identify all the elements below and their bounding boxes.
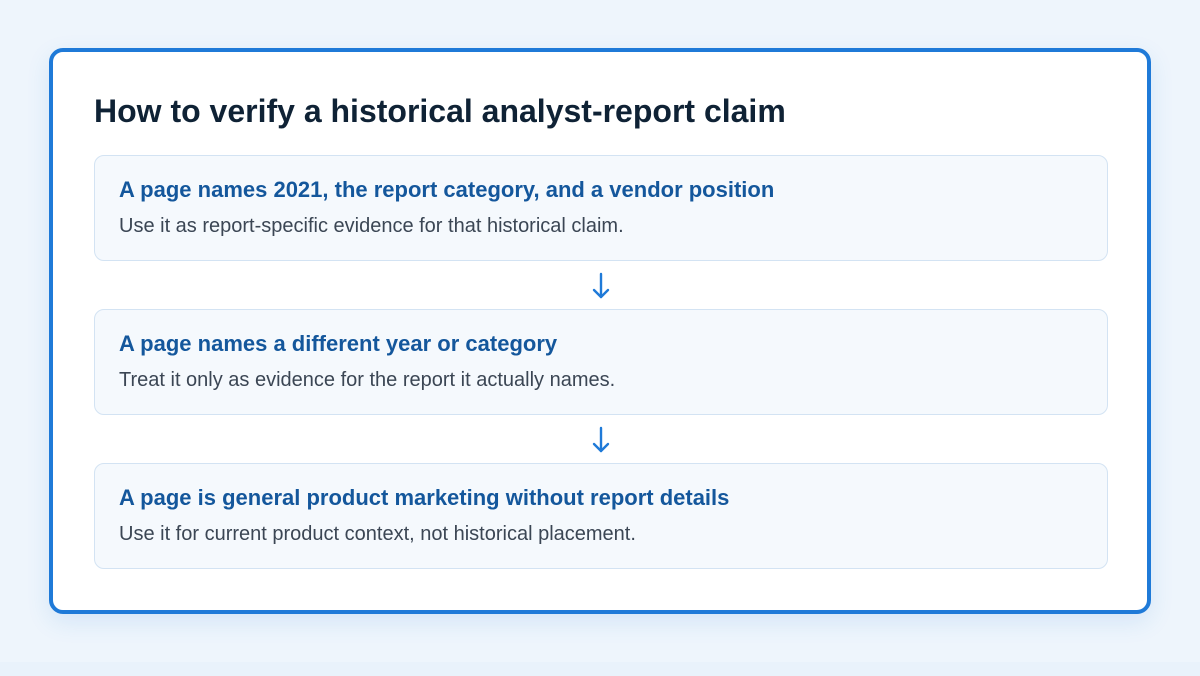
- step-box-3: A page is general product marketing with…: [94, 463, 1108, 569]
- step-heading: A page names a different year or categor…: [119, 331, 558, 356]
- step-heading: A page is general product marketing with…: [119, 485, 730, 510]
- step-description: Use it for current product context, not …: [119, 523, 636, 545]
- step-description: Use it as report-specific evidence for t…: [119, 215, 624, 237]
- diagram-title: How to verify a historical analyst-repor…: [94, 93, 786, 129]
- diagram-card: How to verify a historical analyst-repor…: [49, 48, 1151, 614]
- arrow-down-icon: [591, 425, 611, 455]
- step-description: Treat it only as evidence for the report…: [119, 369, 616, 391]
- arrow-down-icon: [591, 271, 611, 301]
- step-box-2: A page names a different year or categor…: [94, 309, 1108, 415]
- page-background-band: [0, 662, 1200, 676]
- step-box-1: A page names 2021, the report category, …: [94, 155, 1108, 261]
- step-heading: A page names 2021, the report category, …: [119, 177, 775, 202]
